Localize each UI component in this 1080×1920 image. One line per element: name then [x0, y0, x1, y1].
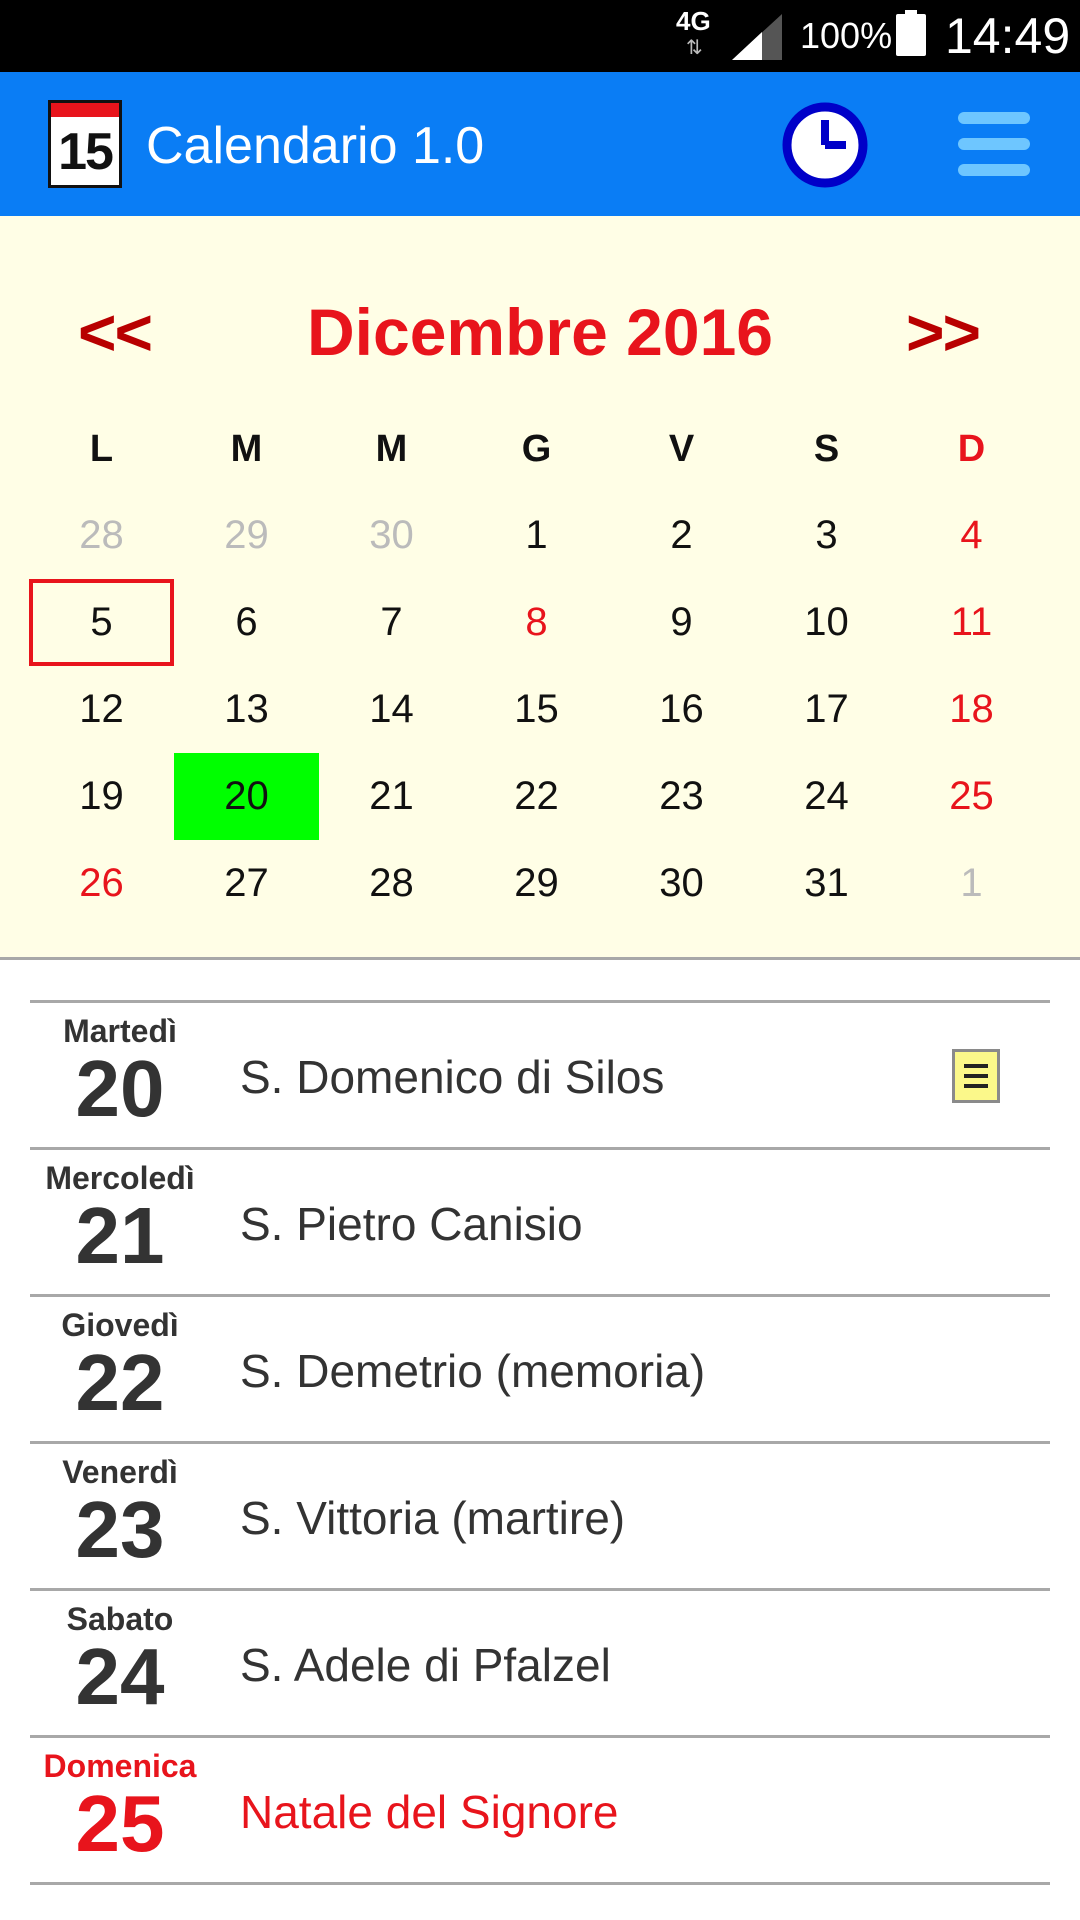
- calendar-day[interactable]: 30: [609, 840, 754, 927]
- list-item-saint: S. Adele di Pfalzel: [240, 1639, 611, 1691]
- list-item-saint: Natale del Signore: [240, 1786, 619, 1838]
- calendar-app-icon: 15: [48, 100, 122, 188]
- calendar-day[interactable]: 13: [174, 666, 319, 753]
- calendar-day-holiday[interactable]: 26: [29, 840, 174, 927]
- data-activity-icon: ⇅: [686, 37, 703, 59]
- calendar-day[interactable]: 1: [464, 492, 609, 579]
- calendar-day-sunday[interactable]: 4: [899, 492, 1044, 579]
- calendar-day[interactable]: 17: [754, 666, 899, 753]
- list-item[interactable]: Martedì 20 S. Domenico di Silos: [30, 1003, 1050, 1150]
- weekday-header-monday: L: [89, 428, 114, 470]
- calendar-day[interactable]: 24: [754, 753, 899, 840]
- calendar-day[interactable]: 16: [609, 666, 754, 753]
- calendar-day[interactable]: 6: [174, 579, 319, 666]
- calendar-day[interactable]: 27: [174, 840, 319, 927]
- calendar-day[interactable]: 9: [609, 579, 754, 666]
- month-calendar: << Dicembre 2016 >> L M M G V S D 28 29 …: [0, 216, 1080, 960]
- calendar-day[interactable]: 30: [319, 492, 464, 579]
- weekday-header-wednesday: M: [375, 428, 408, 470]
- list-item-day-number: 25: [75, 1779, 165, 1868]
- list-item-day-number: 20: [75, 1044, 165, 1133]
- app-bar: 15 Calendario 1.0: [0, 72, 1080, 216]
- list-item-saint: S. Demetrio (memoria): [240, 1345, 706, 1397]
- network-type: 4G: [676, 6, 711, 36]
- calendar-day[interactable]: 3: [754, 492, 899, 579]
- list-item-saint: S. Pietro Canisio: [240, 1198, 583, 1250]
- app-icon-number: 15: [58, 123, 114, 181]
- app-title: Calendario 1.0: [146, 117, 485, 175]
- calendar-day[interactable]: 10: [754, 579, 899, 666]
- calendar-day-holiday[interactable]: 8: [464, 579, 609, 666]
- list-item-day-number: 23: [75, 1485, 165, 1574]
- calendar-day[interactable]: 29: [174, 492, 319, 579]
- calendar-day[interactable]: 1: [899, 840, 1044, 927]
- next-month-button[interactable]: >>: [906, 292, 981, 372]
- calendar-day[interactable]: 19: [29, 753, 174, 840]
- clock-icon[interactable]: [782, 102, 868, 188]
- calendar-day-sunday[interactable]: 11: [899, 579, 1044, 666]
- weekday-header-friday: V: [668, 428, 695, 470]
- battery-icon: [896, 10, 926, 56]
- calendar-day[interactable]: 28: [319, 840, 464, 927]
- list-item-day-number: 24: [75, 1632, 165, 1721]
- divider: [30, 1882, 1050, 1885]
- previous-month-button[interactable]: <<: [78, 292, 153, 372]
- list-item[interactable]: Giovedì 22 S. Demetrio (memoria): [30, 1297, 1050, 1444]
- list-item[interactable]: Domenica 25 Natale del Signore: [30, 1738, 1050, 1885]
- month-title: Dicembre 2016: [307, 295, 773, 369]
- calendar-day-selected[interactable]: 20: [174, 753, 319, 840]
- calendar-day[interactable]: 29: [464, 840, 609, 927]
- calendar-day[interactable]: 7: [319, 579, 464, 666]
- status-bar: 4G ⇅ 100% 14:49: [0, 0, 1080, 72]
- calendar-day[interactable]: 21: [319, 753, 464, 840]
- calendar-day[interactable]: 12: [29, 666, 174, 753]
- hamburger-menu-icon[interactable]: [956, 108, 1032, 180]
- calendar-day[interactable]: 28: [29, 492, 174, 579]
- calendar-day[interactable]: 31: [754, 840, 899, 927]
- calendar-day[interactable]: 23: [609, 753, 754, 840]
- weekday-header-saturday: S: [813, 428, 840, 470]
- list-item[interactable]: Sabato 24 S. Adele di Pfalzel: [30, 1591, 1050, 1738]
- calendar-day[interactable]: 22: [464, 753, 609, 840]
- list-item-saint: S. Domenico di Silos: [240, 1051, 665, 1103]
- list-item-saint: S. Vittoria (martire): [240, 1492, 626, 1544]
- status-time: 14:49: [945, 8, 1071, 64]
- signal-icon: [732, 14, 782, 60]
- calendar-day-sunday[interactable]: 18: [899, 666, 1044, 753]
- weekday-header-sunday: D: [957, 428, 986, 470]
- calendar-day[interactable]: 15: [464, 666, 609, 753]
- weekday-header-thursday: G: [521, 428, 552, 470]
- note-icon[interactable]: [952, 1049, 1000, 1103]
- list-item[interactable]: Venerdì 23 S. Vittoria (martire): [30, 1444, 1050, 1591]
- calendar-day[interactable]: 14: [319, 666, 464, 753]
- list-item-day-number: 21: [75, 1191, 165, 1280]
- calendar-day-today[interactable]: 5: [29, 579, 174, 666]
- calendar-day-sunday[interactable]: 25: [899, 753, 1044, 840]
- calendar-day[interactable]: 2: [609, 492, 754, 579]
- weekday-header-tuesday: M: [230, 428, 263, 470]
- list-item[interactable]: Mercoledì 21 S. Pietro Canisio: [30, 1150, 1050, 1297]
- battery-percentage: 100%: [800, 15, 893, 56]
- list-item-day-number: 22: [75, 1338, 165, 1427]
